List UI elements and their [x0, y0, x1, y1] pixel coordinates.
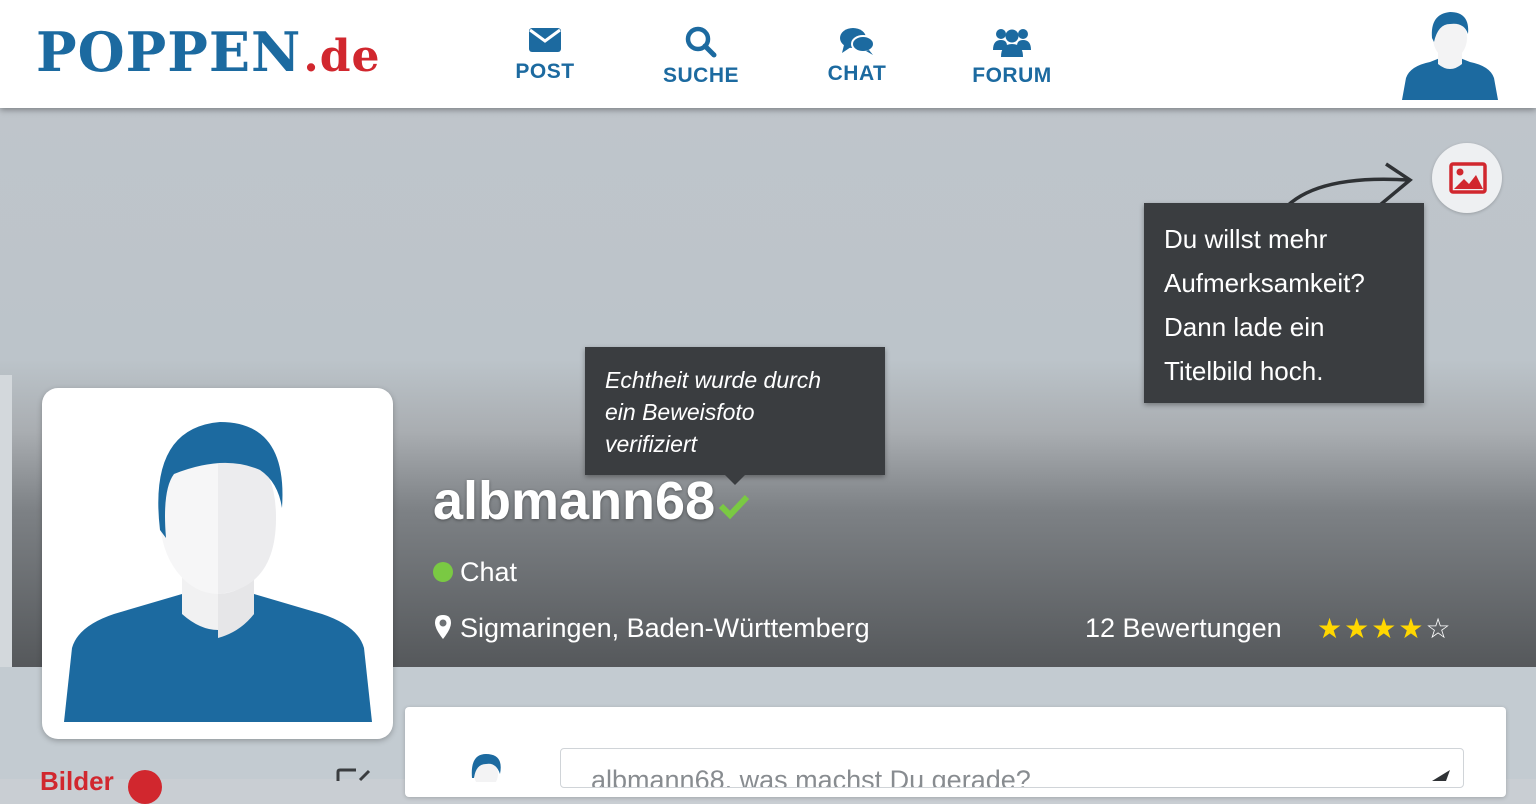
location-pin-icon [435, 615, 451, 639]
profile-username: albmann68 [433, 471, 716, 531]
nav-forum[interactable]: FORUM [972, 26, 1052, 96]
nav-post[interactable]: POST [505, 26, 585, 96]
nav-post-label: POST [515, 60, 575, 83]
star-empty-icon: ☆ [1425, 613, 1451, 644]
tooltip-line: Aufmerksamkeit? [1164, 268, 1365, 298]
bilder-badge [128, 770, 162, 804]
send-icon[interactable] [1430, 768, 1452, 782]
avatar-placeholder-icon [64, 422, 372, 722]
online-status-label[interactable]: Chat [460, 555, 517, 589]
image-icon [1449, 162, 1487, 194]
tooltip-line: verifiziert [605, 431, 698, 457]
profile-location: Sigmaringen, Baden-Württemberg [460, 613, 870, 643]
online-status-dot [433, 562, 453, 582]
search-icon [685, 26, 717, 58]
star-filled-icon: ★ [1344, 613, 1370, 644]
tooltip-line: Titelbild hoch. [1164, 356, 1324, 386]
chat-bubbles-icon [840, 28, 875, 55]
nav-suche[interactable]: SUCHE [660, 26, 742, 96]
site-logo[interactable]: POPPEN.de [36, 22, 380, 87]
nav-suche-label: SUCHE [662, 64, 739, 87]
upload-cover-button[interactable] [1432, 143, 1502, 213]
tooltip-line: Du willst mehr [1164, 224, 1328, 254]
user-avatar-icon [471, 754, 501, 782]
tooltip-line: Echtheit wurde durch [605, 367, 822, 393]
tooltip-line: Dann lade ein [1164, 312, 1325, 342]
ratings-count[interactable]: 12 Bewertungen [1085, 611, 1282, 645]
nav-chat-label: CHAT [827, 62, 887, 85]
rating-stars: ★★★★☆ [1317, 614, 1453, 644]
logo-main: POPPEN [36, 20, 302, 84]
verified-check-icon[interactable] [718, 492, 750, 520]
star-filled-icon: ★ [1371, 613, 1397, 644]
verified-tooltip: Echtheit wurde durch ein Beweisfoto veri… [585, 347, 885, 485]
top-header: POPPEN.de POST SUCHE CHAT FORUM [0, 0, 1536, 108]
bilder-label[interactable]: Bilder [40, 766, 114, 796]
cover-edge [0, 375, 12, 667]
nav-forum-label: FORUM [972, 64, 1052, 87]
status-input[interactable]: albmann68, was machst Du gerade? [560, 748, 1464, 788]
logo-tld: .de [303, 31, 381, 82]
group-icon [993, 29, 1031, 57]
nav-chat[interactable]: CHAT [818, 26, 896, 96]
edit-icon[interactable] [336, 768, 372, 782]
star-filled-icon: ★ [1317, 613, 1343, 644]
user-avatar-icon[interactable] [1400, 8, 1500, 102]
profile-picture[interactable] [42, 388, 393, 739]
cover-upload-tooltip: Du willst mehr Aufmerksamkeit? Dann lade… [1144, 203, 1424, 403]
star-filled-icon: ★ [1398, 613, 1424, 644]
tooltip-line: ein Beweisfoto [605, 399, 755, 425]
envelope-icon [529, 28, 561, 52]
